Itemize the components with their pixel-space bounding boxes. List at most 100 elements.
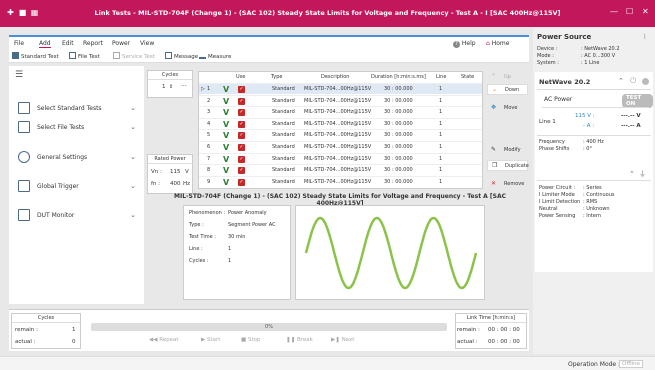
fn-unit: Hz [183,181,191,187]
remove-button[interactable]: ✕ Remove [487,179,528,190]
help-button[interactable]: ? Help [453,40,476,48]
use-checkbox[interactable]: ✓ [238,132,245,140]
chevron-up-icon[interactable]: ⌃ [618,77,624,85]
more-icon[interactable]: ··· [181,83,187,90]
table-row[interactable]: 5 V ✓ Standard MIL-STD-704...00Hz@115V 30 : 0… [199,129,482,140]
menu-power[interactable]: Power [112,40,130,47]
lt-actual-value: 00 : 00 : 00 [488,339,520,345]
use-checkbox[interactable]: ✓ [238,178,245,186]
col-header-duration[interactable]: Duration [h:min:s.ms] [371,74,426,80]
neutral-row: Neutral: Unknown [539,206,610,212]
power-icon[interactable]: ⏻ [630,76,636,86]
table-row[interactable]: ▷ 1 V ✓ Standard MIL-STD-704...00Hz@115V 30 : … [199,83,482,94]
measure-button[interactable]: Measure [199,52,231,60]
stepper-icon[interactable]: ⇕ [169,84,173,90]
vn-value[interactable]: 115 [170,169,181,175]
use-checkbox[interactable]: ✓ [238,167,245,175]
close-button[interactable]: ✕ [642,7,649,16]
standard-test-button[interactable]: Standard Test [12,52,59,60]
table-row[interactable]: 6 V ✓ Standard MIL-STD-704...00Hz@115V 30 : 0… [199,141,482,152]
table-row[interactable]: 8 V ✓ Standard MIL-STD-704...00Hz@115V 30 : 0… [199,164,482,175]
row-number: 3 [207,109,211,116]
table-row[interactable]: 9 V ✓ Standard MIL-STD-704...00Hz@115V 30 : 0… [199,175,482,187]
modify-button[interactable]: ✎ Modify [487,145,528,156]
use-checkbox[interactable]: ✓ [238,86,245,93]
set-current[interactable]: - A : [583,123,594,129]
hamburger-menu-icon[interactable]: ☰ [15,70,23,80]
col-header-use[interactable]: Use [236,74,245,80]
chevron-down-icon: ⌄ [130,153,136,161]
set-voltage[interactable]: 115 V : [575,113,595,119]
mode-row: Mode :: AC 0...300 V [537,53,616,59]
verified-icon: V [223,166,230,176]
down-button[interactable]: ⌄ Down [487,84,528,95]
bottom-cycles-header: Cycles [12,314,80,323]
fn-value[interactable]: 400 [170,181,181,187]
break-button[interactable]: ❚❚ Break [286,337,313,343]
verified-icon: V [223,96,230,106]
connect-icon[interactable]: ⌇ [643,33,646,41]
use-checkbox[interactable]: ✓ [238,120,245,128]
file-test-icon [69,52,76,59]
plug-icon[interactable]: ⏚ [639,169,646,179]
menu-view[interactable]: View [140,40,154,47]
duplicate-button[interactable]: ❐ Duplicate [487,160,529,171]
chevron-up-icon: ⌃ [491,73,497,80]
up-button[interactable]: ⌃ Up [487,72,528,83]
menu-add[interactable]: Add [39,40,51,48]
menu-edit[interactable]: Edit [62,40,74,47]
next-button[interactable]: ▶❚ Next [331,337,354,343]
stop-icon: ■ [241,337,247,343]
sidebar-item-dut-monitor[interactable]: DUT Monitor ⌄ [9,205,144,225]
home-button[interactable]: ⌂ Home [486,40,509,47]
service-test-button[interactable]: Service Test [113,52,155,60]
verified-icon: V [223,131,230,141]
phase-row: Phase Shifts: 0° [539,146,592,152]
table-row[interactable]: 2 V ✓ Standard MIL-STD-704...00Hz@115V 30 : 0… [199,94,482,106]
row-line: 1 [439,178,443,185]
use-checkbox[interactable]: ✓ [238,144,245,151]
use-checkbox[interactable]: ✓ [238,109,245,117]
col-header-type[interactable]: Type [271,74,282,80]
chevron-up-icon[interactable]: ⌃ [629,170,635,178]
table-row[interactable]: 7 V ✓ Standard MIL-STD-704...00Hz@115V 30 : 0… [199,152,482,164]
table-row[interactable]: 4 V ✓ Standard MIL-STD-704...00Hz@115V 30 : 0… [199,117,482,129]
selected-row-arrow-icon: ▷ [201,86,205,92]
sidebar-item-standard-tests[interactable]: Select Standard Tests ⌄ [9,98,144,118]
table-row[interactable]: 3 V ✓ Standard MIL-STD-704...00Hz@115V 30 : 0… [199,106,482,117]
col-header-line[interactable]: Line [436,74,446,80]
file-test-button[interactable]: File Test [69,52,100,60]
row-duration: 30 : 00.000 [384,178,413,185]
message-button[interactable]: Message [165,52,198,60]
verified-icon: V [223,85,230,94]
sidebar-item-global-trigger[interactable]: Global Trigger ⌄ [9,176,144,196]
menu-bar: File Add Edit Report Power View ? Help ⌂… [9,35,529,49]
power-sensing-row: Power Sensing: Intern [539,213,602,219]
maximize-button[interactable]: ☐ [626,7,633,16]
col-header-description[interactable]: Description [321,74,349,80]
left-panel: ☰ Select Standard Tests ⌄ Select File Te… [9,66,144,304]
lt-remain-value: 00 : 00 : 00 [488,327,520,333]
test-time-value: 30 min [228,234,246,240]
use-checkbox[interactable]: ✓ [238,97,245,105]
sidebar-item-general-settings[interactable]: General Settings ⌄ [9,147,144,167]
col-header-state[interactable]: State [461,74,474,80]
operation-mode-select[interactable]: Offline [619,360,644,368]
run-control-bar: Cycles remain : 1 actual : 0 0% ◀◀ Repea… [9,309,529,351]
row-number: 9 [207,178,211,185]
stop-button[interactable]: ■ Stop [241,337,260,343]
menu-file[interactable]: File [14,40,24,47]
minimize-button[interactable]: — [610,7,618,16]
repeat-button[interactable]: ◀◀ Repeat [149,337,179,343]
start-button[interactable]: ▶ Start [201,337,220,343]
move-button[interactable]: ✥ Move [487,103,528,114]
cycles-header: Cycles [148,71,192,80]
use-checkbox[interactable]: ✓ [238,155,245,163]
menu-report[interactable]: Report [83,40,103,47]
cycles-input[interactable]: 1 [162,84,166,90]
divider [542,107,649,108]
row-description: MIL-STD-704...00Hz@115V [304,132,372,139]
test-on-toggle[interactable]: TEST ON [622,94,653,108]
trigger-icon [18,180,30,192]
sidebar-item-file-tests[interactable]: Select File Tests ⌄ [9,117,144,137]
